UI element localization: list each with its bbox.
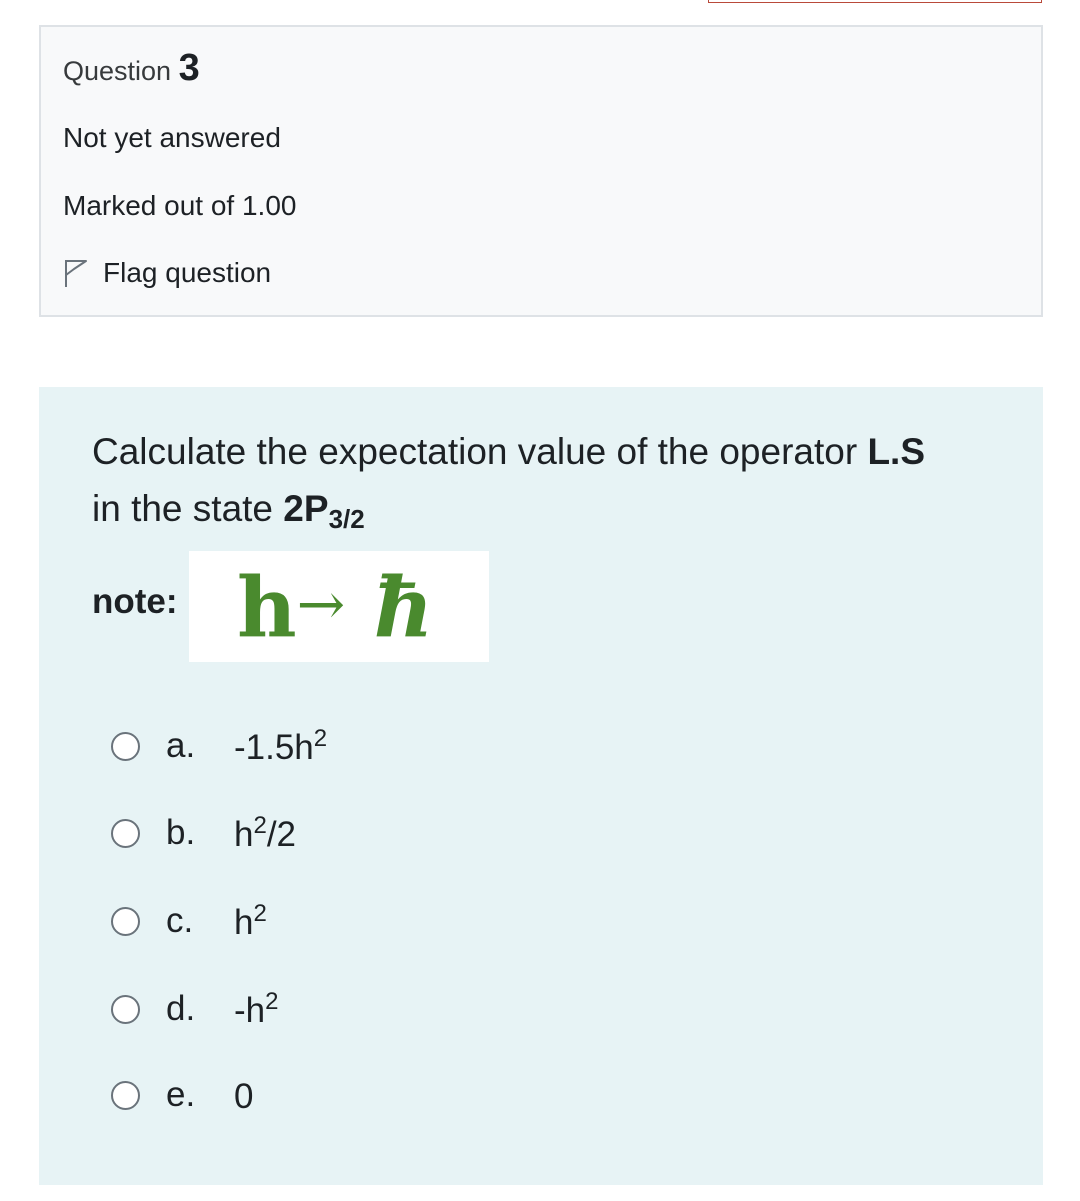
option-text: -1.5h2 [234, 724, 328, 767]
radio-button-a[interactable] [111, 731, 140, 761]
question-label: Question [63, 56, 172, 86]
radio-button-b[interactable] [111, 818, 140, 848]
answer-option-c[interactable]: c. h2 [111, 896, 267, 946]
option-letter: d. [166, 989, 196, 1028]
flag-icon [65, 260, 87, 287]
question-text-part2: in the state [92, 488, 284, 529]
note-label: note: [92, 582, 178, 621]
radio-button-c[interactable] [111, 906, 140, 936]
answer-option-d[interactable]: d. -h2 [111, 984, 278, 1034]
option-letter: b. [166, 813, 196, 852]
option-letter: c. [166, 901, 194, 940]
formula-hbar: ħ [373, 560, 434, 656]
flag-question-link[interactable]: Flag question [63, 257, 271, 289]
arrow-icon: → [296, 570, 346, 638]
answer-option-b[interactable]: b. h2/2 [111, 808, 296, 858]
note-formula-image: h→ ħ [189, 551, 489, 662]
top-border-fragment [708, 0, 1042, 3]
radio-button-d[interactable] [111, 994, 140, 1024]
flag-question-label: Flag question [103, 257, 272, 288]
answer-option-a[interactable]: a. -1.5h2 [111, 721, 327, 771]
state-main: 2P [283, 488, 329, 529]
state-sub: 3/2 [328, 504, 365, 534]
question-content: Calculate the expectation value of the o… [39, 387, 1043, 1185]
question-text: Calculate the expectation value of the o… [92, 423, 992, 548]
question-info-panel: Question 3 Not yet answered Marked out o… [39, 25, 1043, 317]
option-text: -h2 [234, 987, 279, 1030]
answer-option-e[interactable]: e. 0 [111, 1070, 253, 1120]
formula-h: h [237, 560, 297, 656]
question-title: Question 3 [63, 47, 200, 90]
question-marks: Marked out of 1.00 [63, 190, 297, 221]
option-letter: e. [166, 1075, 196, 1114]
question-text-part1: Calculate the expectation value of the o… [92, 431, 868, 472]
option-text: 0 [234, 1076, 254, 1116]
operator-name: L.S [867, 431, 926, 472]
option-text: h2/2 [234, 811, 297, 854]
radio-button-e[interactable] [111, 1080, 140, 1110]
question-number: 3 [178, 47, 200, 89]
option-letter: a. [166, 726, 196, 765]
question-state: Not yet answered [63, 122, 281, 153]
option-text: h2 [234, 899, 267, 942]
